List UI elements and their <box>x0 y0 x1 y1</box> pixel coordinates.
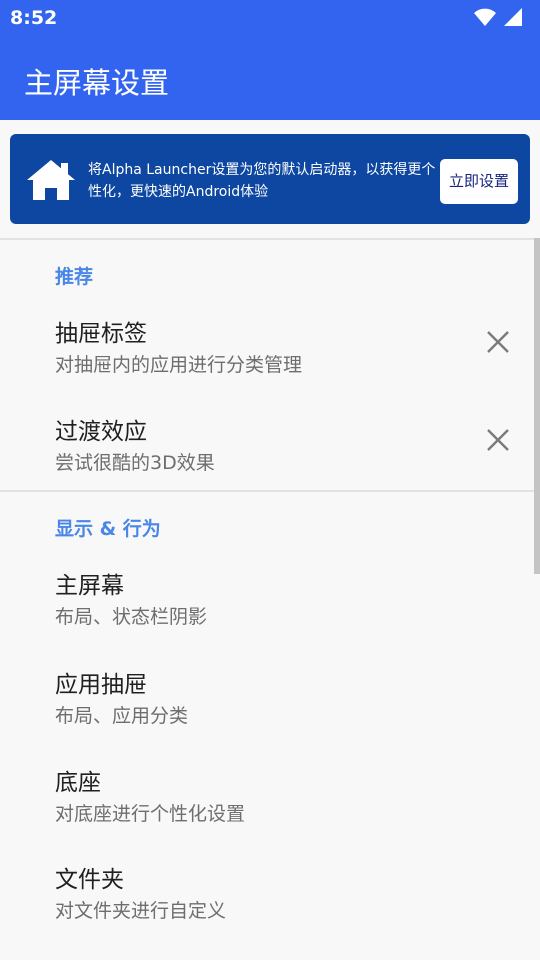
home-icon <box>27 160 75 200</box>
settings-item-transition-effects[interactable]: 过渡效应 尝试很酷的3D效果 <box>0 412 532 482</box>
signal-icon <box>504 8 522 26</box>
status-time: 8:52 <box>10 7 58 29</box>
item-title: 主屏幕 <box>55 573 124 599</box>
section-title-recommended: 推荐 <box>55 266 94 288</box>
item-title: 文件夹 <box>55 867 124 893</box>
close-icon[interactable] <box>486 330 510 354</box>
wifi-icon <box>474 8 496 26</box>
page-title: 主屏幕设置 <box>24 66 170 100</box>
section-title-display-behavior: 显示 & 行为 <box>55 518 161 540</box>
app-bar: 8:52 主屏幕设置 <box>0 0 540 120</box>
item-subtitle: 布局、状态栏阴影 <box>55 606 208 628</box>
item-subtitle: 对抽屉内的应用进行分类管理 <box>55 354 303 376</box>
item-title: 抽屉标签 <box>55 321 147 347</box>
item-title: 底座 <box>55 770 101 796</box>
settings-item-dock[interactable]: 底座 对底座进行个性化设置 <box>0 763 532 833</box>
default-launcher-banner: 将Alpha Launcher设置为您的默认启动器，以获得更个性化，更快速的An… <box>10 134 530 224</box>
item-title: 应用抽屉 <box>55 672 147 698</box>
item-title: 过渡效应 <box>55 419 147 445</box>
set-now-button[interactable]: 立即设置 <box>440 159 518 204</box>
close-icon[interactable] <box>486 428 510 452</box>
item-subtitle: 尝试很酷的3D效果 <box>55 452 215 474</box>
banner-message: 将Alpha Launcher设置为您的默认启动器，以获得更个性化，更快速的An… <box>88 162 436 200</box>
item-subtitle: 布局、应用分类 <box>55 705 189 727</box>
settings-item-folder[interactable]: 文件夹 对文件夹进行自定义 <box>0 860 532 930</box>
settings-item-drawer-tabs[interactable]: 抽屉标签 对抽屉内的应用进行分类管理 <box>0 314 532 384</box>
item-subtitle: 对文件夹进行自定义 <box>55 900 227 922</box>
settings-item-app-drawer[interactable]: 应用抽屉 布局、应用分类 <box>0 665 532 735</box>
divider <box>0 490 540 492</box>
item-subtitle: 对底座进行个性化设置 <box>55 803 246 825</box>
divider <box>0 238 540 240</box>
settings-item-home-screen[interactable]: 主屏幕 布局、状态栏阴影 <box>0 566 532 636</box>
scrollbar[interactable] <box>534 238 540 574</box>
